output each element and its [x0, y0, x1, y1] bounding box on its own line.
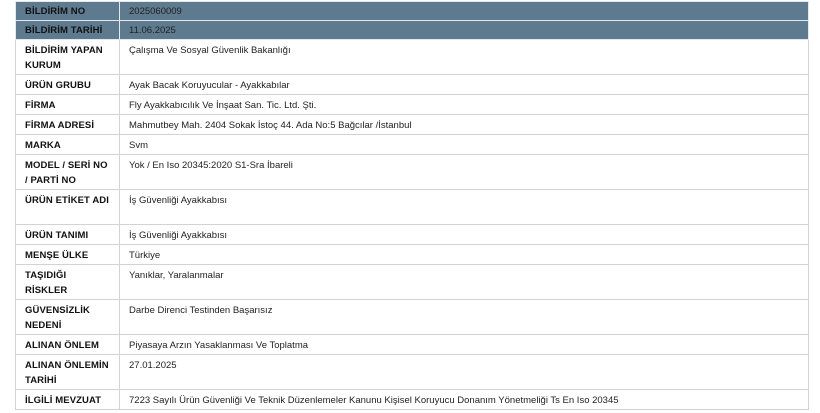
notification-details-table: BİLDİRİM NO 2025060009 BİLDİRİM TARİHİ 1…	[15, 1, 809, 410]
label-company: FİRMA	[15, 94, 120, 115]
row-notification-no: BİLDİRİM NO 2025060009	[15, 1, 809, 21]
row-measure-taken: ALINAN ÖNLEM Piyasaya Arzın Yasaklanması…	[15, 334, 809, 355]
label-related-legislation: İLGİLİ MEVZUAT	[15, 389, 120, 410]
value-model-serial: Yok / En Iso 20345:2020 S1-Sra İbareli	[119, 154, 809, 190]
label-origin-country: MENŞE ÜLKE	[15, 244, 120, 265]
value-unsafety-reason: Darbe Direnci Testinden Başarısız	[119, 299, 809, 335]
value-company: Fly Ayakkabıcılık Ve İnşaat San. Tic. Lt…	[119, 94, 809, 115]
label-measure-taken: ALINAN ÖNLEM	[15, 334, 120, 355]
value-product-description: İş Güvenliği Ayakkabısı	[119, 224, 809, 245]
row-origin-country: MENŞE ÜLKE Türkiye	[15, 244, 809, 265]
label-product-group: ÜRÜN GRUBU	[15, 74, 120, 95]
value-reporting-institution: Çalışma Ve Sosyal Güvenlik Bakanlığı	[119, 39, 809, 75]
value-product-label-name: İş Güvenliği Ayakkabısı	[119, 189, 809, 225]
row-unsafety-reason: GÜVENSİZLİK NEDENİ Darbe Direnci Testind…	[15, 299, 809, 335]
label-notification-no: BİLDİRİM NO	[15, 1, 120, 21]
label-notification-date: BİLDİRİM TARİHİ	[15, 20, 120, 40]
row-product-group: ÜRÜN GRUBU Ayak Bacak Koruyucular - Ayak…	[15, 74, 809, 95]
label-measure-date: ALINAN ÖNLEMİN TARİHİ	[15, 354, 120, 390]
label-brand: MARKA	[15, 134, 120, 155]
label-company-address: FİRMA ADRESİ	[15, 114, 120, 135]
row-measure-date: ALINAN ÖNLEMİN TARİHİ 27.01.2025	[15, 354, 809, 390]
value-origin-country: Türkiye	[119, 244, 809, 265]
value-measure-taken: Piyasaya Arzın Yasaklanması Ve Toplatma	[119, 334, 809, 355]
value-notification-date: 11.06.2025	[119, 20, 809, 40]
label-unsafety-reason: GÜVENSİZLİK NEDENİ	[15, 299, 120, 335]
label-product-description: ÜRÜN TANIMI	[15, 224, 120, 245]
value-notification-no: 2025060009	[119, 1, 809, 21]
label-model-serial: MODEL / SERİ NO / PARTİ NO	[15, 154, 120, 190]
row-related-legislation: İLGİLİ MEVZUAT 7223 Sayılı Ürün Güvenliğ…	[15, 389, 809, 410]
row-company-address: FİRMA ADRESİ Mahmutbey Mah. 2404 Sokak İ…	[15, 114, 809, 135]
row-product-label-name: ÜRÜN ETİKET ADI İş Güvenliği Ayakkabısı	[15, 189, 809, 225]
row-risks: TAŞIDIĞI RİSKLER Yanıklar, Yaralanmalar	[15, 264, 809, 300]
label-product-label-name: ÜRÜN ETİKET ADI	[15, 189, 120, 225]
row-reporting-institution: BİLDİRİM YAPAN KURUM Çalışma Ve Sosyal G…	[15, 39, 809, 75]
value-product-group: Ayak Bacak Koruyucular - Ayakkabılar	[119, 74, 809, 95]
value-company-address: Mahmutbey Mah. 2404 Sokak İstoç 44. Ada …	[119, 114, 809, 135]
row-notification-date: BİLDİRİM TARİHİ 11.06.2025	[15, 20, 809, 40]
value-related-legislation: 7223 Sayılı Ürün Güvenliği Ve Teknik Düz…	[119, 389, 809, 410]
row-company: FİRMA Fly Ayakkabıcılık Ve İnşaat San. T…	[15, 94, 809, 115]
row-brand: MARKA Svm	[15, 134, 809, 155]
row-model-serial: MODEL / SERİ NO / PARTİ NO Yok / En Iso …	[15, 154, 809, 190]
label-risks: TAŞIDIĞI RİSKLER	[15, 264, 120, 300]
value-risks: Yanıklar, Yaralanmalar	[119, 264, 809, 300]
label-reporting-institution: BİLDİRİM YAPAN KURUM	[15, 39, 120, 75]
row-product-description: ÜRÜN TANIMI İş Güvenliği Ayakkabısı	[15, 224, 809, 245]
value-brand: Svm	[119, 134, 809, 155]
value-measure-date: 27.01.2025	[119, 354, 809, 390]
